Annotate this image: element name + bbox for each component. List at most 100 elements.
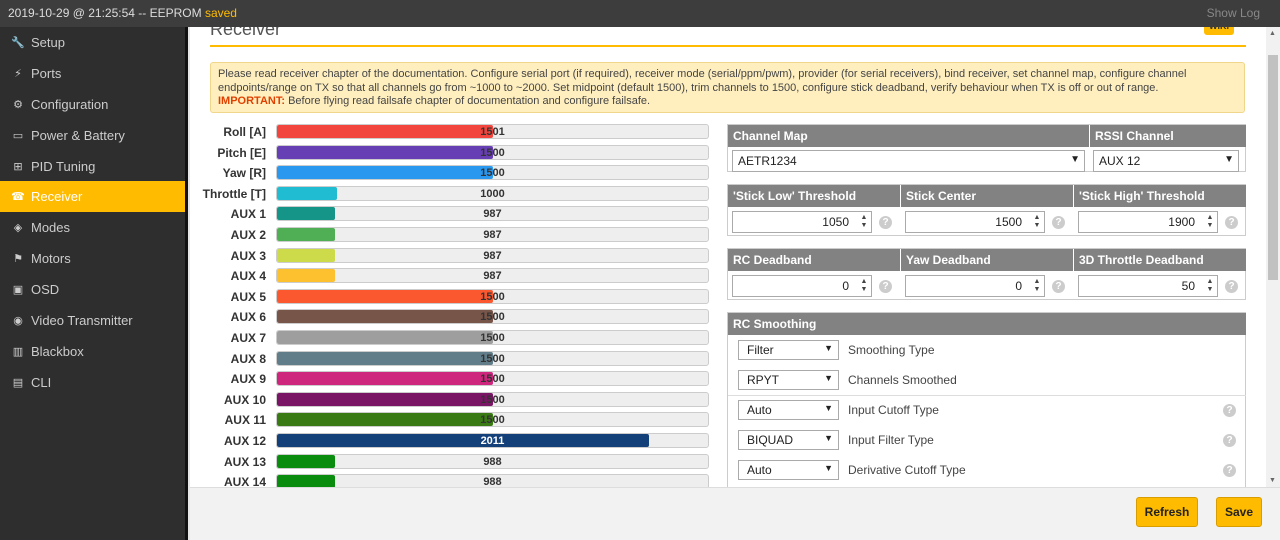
help-icon[interactable]: ? (879, 216, 892, 229)
channel-label: AUX 4 (230, 269, 266, 284)
smoothing-select-derivative-cutoff-type[interactable]: Auto ▼ (738, 460, 839, 480)
sidebar-item-video-transmitter[interactable]: ◉ Video Transmitter (0, 305, 188, 336)
help-icon[interactable]: ? (1052, 280, 1065, 293)
scrollbar-thumb[interactable] (1268, 55, 1278, 280)
channel-value: 1500 (480, 373, 505, 386)
rssi-channel-value: AUX 12 (1099, 154, 1141, 168)
toggles-icon: ◈ (13, 222, 23, 235)
stick-high-input[interactable]: 1900 ▲ ▼ (1078, 211, 1218, 233)
sidebar-item-motors[interactable]: ⚑ Motors (0, 243, 188, 274)
sidebar-item-power-battery[interactable]: ▭ Power & Battery (0, 120, 188, 151)
sidebar-item-blackbox[interactable]: ▥ Blackbox (0, 336, 188, 367)
spinner-icon[interactable]: ▲ ▼ (859, 278, 869, 294)
sidebar-item-label: Video Transmitter (31, 312, 133, 328)
channel-bar: 1501 (276, 124, 709, 139)
smoothing-select-input-filter-type[interactable]: BIQUAD ▼ (738, 430, 839, 450)
pid-icon: ⊞ (13, 160, 23, 173)
sidebar-item-cli[interactable]: ▤ CLI (0, 367, 188, 398)
chevron-down-icon: ▼ (824, 403, 833, 413)
channel-bar: 1500 (276, 309, 709, 325)
save-button[interactable]: Save (1216, 497, 1262, 527)
wiki-button[interactable]: WIKI (1204, 27, 1234, 35)
rssi-channel-select[interactable]: AUX 12 ▼ (1093, 150, 1239, 172)
channel-row: AUX 3 987 (190, 247, 710, 264)
channel-value: 1501 (480, 126, 505, 138)
channel-bar: 987 (276, 268, 709, 284)
channel-value: 2011 (480, 435, 505, 447)
smoothing-select-value: BIQUAD (747, 433, 794, 447)
channel-label: AUX 10 (223, 392, 266, 407)
channel-bar: 1500 (276, 165, 709, 181)
scroll-up-icon[interactable]: ▲ (1269, 30, 1276, 37)
channel-map-panel: Channel Map RSSI Channel AETR1234 ▼ AUX … (727, 124, 1246, 172)
channel-map-value: AETR1234 (738, 154, 797, 168)
channel-bar: 1500 (276, 350, 709, 366)
stick-center-input[interactable]: 1500 ▲ ▼ (905, 211, 1045, 233)
channel-label: AUX 12 (223, 434, 266, 448)
help-icon[interactable]: ? (1223, 434, 1236, 447)
scroll-down-icon[interactable]: ▼ (1269, 477, 1276, 484)
throttle-deadband-input[interactable]: 50 ▲ ▼ (1078, 275, 1218, 297)
sidebar-item-ports[interactable]: ⚡ Ports (0, 58, 188, 89)
channel-value: 1500 (480, 146, 505, 159)
stick-high-value: 1900 (1168, 215, 1195, 229)
channel-row: Throttle [T] 1000 (190, 185, 710, 202)
scrollbar[interactable]: ▲ ▼ (1266, 27, 1280, 487)
show-log-link[interactable]: Show Log (1207, 6, 1260, 20)
stick-low-value: 1050 (822, 215, 849, 229)
help-icon[interactable]: ? (1225, 280, 1238, 293)
smoothing-select-smoothing-type[interactable]: Filter ▼ (738, 340, 839, 360)
channel-value: 987 (483, 249, 502, 262)
title-divider (210, 45, 1246, 47)
sidebar-item-osd[interactable]: ▣ OSD (0, 274, 188, 305)
battery-icon: ▭ (12, 129, 24, 142)
sidebar-item-label: CLI (31, 374, 52, 390)
stick-high-header: 'Stick High' Threshold (1074, 185, 1246, 207)
channel-value: 1500 (480, 332, 505, 344)
sidebar-item-pid-tuning[interactable]: ⊞ PID Tuning (0, 151, 188, 182)
channel-row: AUX 2 987 (190, 227, 710, 243)
help-icon[interactable]: ? (879, 280, 892, 293)
smoothing-label: Input Cutoff Type (848, 403, 939, 417)
status-bar: 2019-10-29 @ 21:25:54 -- EEPROM saved Sh… (0, 0, 1280, 27)
channel-label: AUX 3 (230, 248, 266, 263)
throttle-deadband-value: 50 (1181, 279, 1195, 293)
throttle-deadband-header: 3D Throttle Deadband (1074, 249, 1246, 271)
gear-icon: ⚙ (13, 98, 23, 111)
spinner-icon[interactable]: ▲ ▼ (1032, 278, 1042, 294)
smoothing-select-channels-smoothed[interactable]: RPYT ▼ (738, 370, 839, 390)
channel-bars: Roll [A] 1501 Pitch [E] 1500 Yaw [R] 1500 Thro… (190, 124, 715, 487)
yaw-deadband-input[interactable]: 0 ▲ ▼ (905, 275, 1045, 297)
help-icon[interactable]: ? (1225, 216, 1238, 229)
smoothing-label: Input Filter Type (848, 433, 934, 447)
rc-smoothing-panel: RC Smoothing Filter ▼ Smoothing Type RPYT ▼ C… (727, 312, 1246, 487)
channel-row: AUX 13 988 (190, 453, 710, 470)
stick-low-input[interactable]: 1050 ▲ ▼ (732, 211, 872, 233)
channel-label: AUX 7 (230, 331, 266, 345)
sidebar-item-configuration[interactable]: ⚙ Configuration (0, 89, 188, 120)
yaw-deadband-header: Yaw Deadband (901, 249, 1073, 271)
smoothing-divider (728, 395, 1246, 396)
spinner-icon[interactable]: ▲ ▼ (1205, 214, 1215, 230)
rc-deadband-input[interactable]: 0 ▲ ▼ (732, 275, 872, 297)
help-icon[interactable]: ? (1223, 464, 1236, 477)
stick-center-header: Stick Center (901, 185, 1073, 207)
rc-deadband-header: RC Deadband (728, 249, 900, 271)
sidebar-item-modes[interactable]: ◈ Modes (0, 212, 188, 243)
smoothing-select-value: Filter (747, 343, 774, 357)
channel-label: Pitch [E] (217, 145, 266, 160)
smoothing-select-value: Auto (747, 463, 772, 477)
channel-row: AUX 14 988 (190, 474, 710, 487)
sidebar-item-setup[interactable]: 🔧 Setup (0, 27, 188, 58)
smoothing-select-input-cutoff-type[interactable]: Auto ▼ (738, 400, 839, 420)
spinner-icon[interactable]: ▲ ▼ (1205, 278, 1215, 294)
spinner-icon[interactable]: ▲ ▼ (859, 214, 869, 230)
channel-map-input[interactable]: AETR1234 ▼ (732, 150, 1085, 172)
rssi-channel-header: RSSI Channel (1090, 125, 1246, 147)
spinner-icon[interactable]: ▲ ▼ (1032, 214, 1042, 230)
help-icon[interactable]: ? (1223, 404, 1236, 417)
rc-smoothing-header: RC Smoothing (728, 313, 1246, 335)
help-icon[interactable]: ? (1052, 216, 1065, 229)
sidebar-item-receiver[interactable]: ☎ Receiver (0, 181, 188, 213)
refresh-button[interactable]: Refresh (1136, 497, 1198, 527)
